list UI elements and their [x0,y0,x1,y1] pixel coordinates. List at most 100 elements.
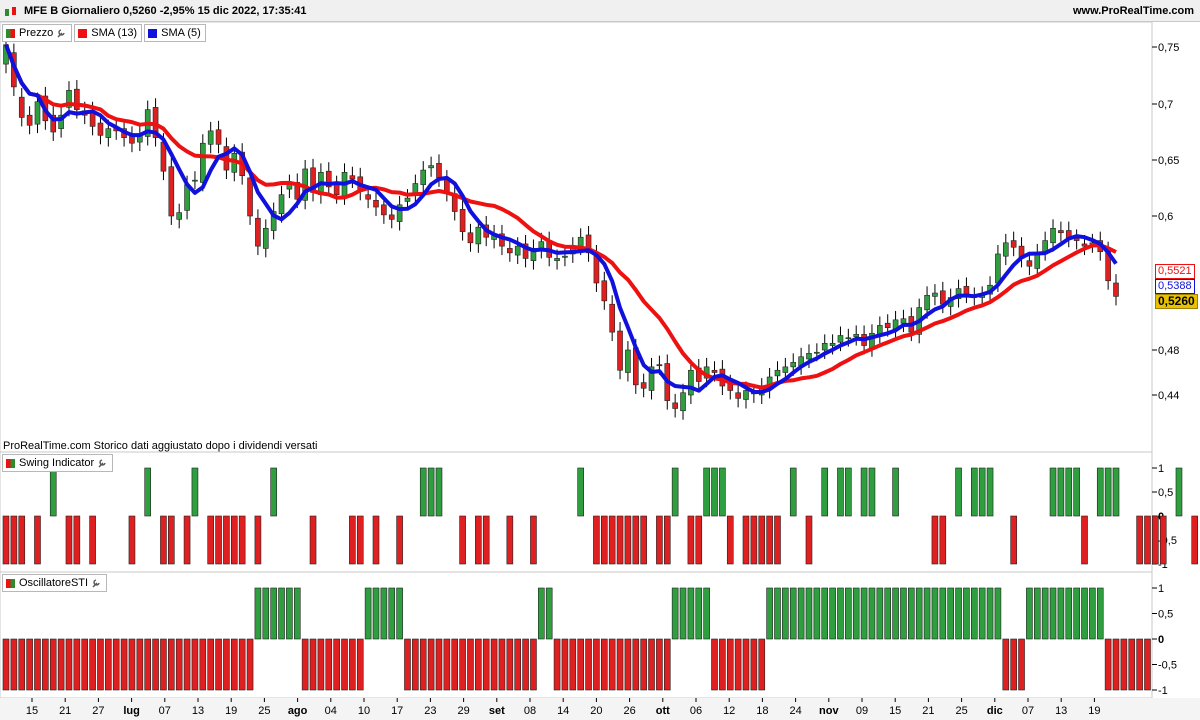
sti-tick-label: 1 [1158,583,1164,595]
swing-bar [1081,515,1088,565]
candle-body [365,194,371,200]
legend-sma13[interactable]: SMA (13) [74,24,143,42]
x-tick-label: 21 [922,705,934,717]
sti-bar [246,638,254,691]
swing-panel-label[interactable]: Swing Indicator [2,454,114,472]
site-link[interactable]: www.ProRealTime.com [1073,5,1194,17]
sti-bar [18,638,26,691]
candle-body [940,290,946,305]
x-tick-label: 19 [225,705,237,717]
candle-body [428,165,434,169]
swing-bar [89,515,96,565]
swing-bar [238,515,246,565]
swing-bar [73,515,81,565]
sti-bar [97,638,104,691]
legend-prezzo[interactable]: Prezzo [2,24,73,42]
price-tick-label: 0,7 [1158,99,1173,111]
sti-bar [931,587,939,640]
swing-bar [577,467,584,517]
swing-bar [1104,467,1112,517]
swing-bar [459,515,466,565]
wrench-icon[interactable] [97,458,108,469]
swing-bar [931,515,939,565]
candle-body [1010,240,1017,248]
sti-bar [325,638,333,691]
x-tick-label: 27 [92,705,104,717]
sti-bar [593,638,600,691]
candle-body [672,402,678,409]
sti-bar [719,638,726,691]
sti-bar [215,638,222,691]
x-tick-label: 14 [557,705,569,717]
x-tick-label: 26 [623,705,635,717]
price-tick-label: 0,6 [1158,211,1173,223]
sti-bar [663,638,671,691]
swing-bar [144,467,152,517]
swing-bar [230,515,238,565]
sti-bar [26,638,33,691]
sti-panel-label[interactable]: OscillatoreSTI [2,574,108,592]
sti-bar [57,638,65,691]
sti-bar [695,587,703,640]
sti-bar [545,587,553,640]
candle-body [1081,243,1088,247]
swing-bar [608,515,616,565]
x-tick-label: 06 [690,705,702,717]
sti-bar [380,587,388,640]
swing-bar [254,515,262,565]
candle-body [349,175,356,180]
sti-bar [632,638,640,691]
candle-body [168,166,175,217]
swing-bar [419,467,427,517]
sma13-swatch-icon [78,28,88,38]
x-tick-label: 15 [889,705,901,717]
sti-bar [152,638,159,691]
candle-body [514,245,521,256]
sti-bar [585,638,592,691]
candle-body [436,163,442,179]
swing-bar [687,515,695,565]
sti-bar [766,587,773,640]
sti-bar [333,638,340,691]
price-tick-label: 0,65 [1158,155,1179,167]
candle-body [18,96,25,118]
wrench-icon[interactable] [91,578,102,589]
sti-bar [994,587,1002,640]
candle-body [821,342,828,351]
swing-bar [1049,467,1057,517]
swing-bar [168,515,175,565]
legend-sma5[interactable]: SMA (5) [144,24,206,42]
sti-bar [923,587,931,640]
sti-bar [199,638,207,691]
chart-canvas[interactable]: 0,750,70,650,60,480,4410,50-0,5-110,50-0… [0,22,1200,720]
sti-bar [65,638,73,691]
swing-bar [34,515,41,565]
candle-body [656,364,663,367]
sti-bar [112,638,120,691]
wrench-icon[interactable] [56,28,67,39]
swing-bar [939,515,947,565]
x-tick-label: 25 [258,705,270,717]
x-tick-label: set [489,705,505,717]
candle-body [680,392,686,412]
sti-bar [569,638,577,691]
sti-bar [648,638,655,691]
candle-body [467,232,474,244]
sti-bar [797,587,805,640]
candle-body [404,197,411,202]
sti-bar [789,587,797,640]
sti-tick-label: 0,5 [1158,609,1173,621]
sti-bar [561,638,569,691]
swing-bar [1010,515,1017,565]
sti-bar [404,638,411,691]
x-tick-label: 20 [590,705,602,717]
sti-bar [986,587,994,640]
sti-bar [1033,587,1041,640]
candle-body [255,217,261,247]
sti-bar [703,587,710,640]
sti-bar [230,638,238,691]
x-tick-label: 13 [1055,705,1067,717]
sti-bar [868,587,876,640]
sti-bar [955,587,962,640]
legend-sma13-label: SMA (13) [91,27,138,39]
